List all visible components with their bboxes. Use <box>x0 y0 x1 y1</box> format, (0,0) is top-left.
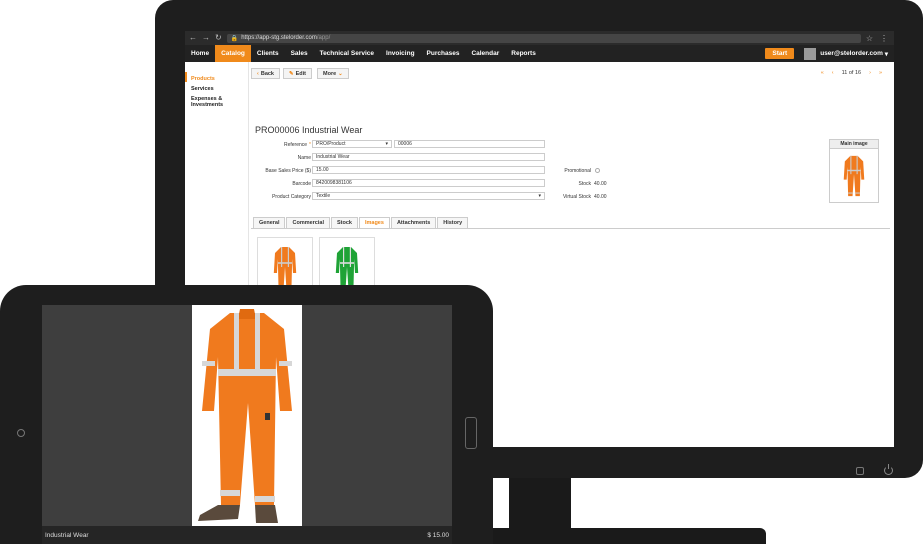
browser-back-icon[interactable]: ← <box>189 34 197 42</box>
more-button[interactable]: More ⌄ <box>317 68 349 79</box>
browser-menu-icon[interactable]: ⋮ <box>880 34 888 43</box>
nav-technical-service[interactable]: Technical Service <box>314 45 380 62</box>
edit-label: Edit <box>295 70 306 77</box>
orange-coverall-image <box>198 309 292 523</box>
reference-prefix-value: PRO/Product <box>316 141 346 147</box>
tablet-product-name: Industrial Wear <box>45 531 89 539</box>
tablet-product-photo <box>192 305 302 544</box>
lock-icon: 🔒 <box>230 35 239 42</box>
browser-reload-icon[interactable]: ↻ <box>215 34 222 42</box>
barcode-value: 8420098381106 <box>316 180 352 186</box>
monitor-base <box>472 528 766 544</box>
virtual-stock-label: Virtual Stock <box>563 194 591 200</box>
category-select[interactable]: Textile ▾ <box>312 192 545 200</box>
app-navigation: Home Catalog Clients Sales Technical Ser… <box>185 45 894 62</box>
page-title: PRO00006 Industrial Wear <box>255 125 363 135</box>
avatar[interactable] <box>804 47 817 60</box>
base-price-input[interactable]: 15.00 <box>312 166 545 174</box>
user-email-text: user@stelorder.com <box>820 50 883 57</box>
sidebar-item-services[interactable]: Services <box>185 82 248 92</box>
chevron-down-icon: ▾ <box>884 50 888 58</box>
nav-sales[interactable]: Sales <box>285 45 314 62</box>
category-label: Product Category <box>272 194 311 200</box>
main-image-label: Main image <box>830 140 878 149</box>
reference-label-text: Reference <box>283 142 308 148</box>
nav-invoicing[interactable]: Invoicing <box>380 45 421 62</box>
url-path: /app/ <box>316 35 331 41</box>
monitor-stand <box>509 478 571 530</box>
nav-clients[interactable]: Clients <box>251 45 285 62</box>
next-record-icon[interactable]: › <box>869 70 871 76</box>
barcode-label: Barcode <box>292 181 311 187</box>
virtual-stock-value: 40.00 <box>594 194 607 200</box>
promotional-checkbox[interactable] <box>595 168 600 173</box>
last-record-icon[interactable]: » <box>879 70 882 76</box>
tab-history[interactable]: History <box>437 217 469 228</box>
sidebar-item-products[interactable]: Products <box>185 72 248 82</box>
sidebar-item-expenses-line2: Investments <box>191 102 224 108</box>
bookmark-star-icon[interactable]: ☆ <box>866 34 873 43</box>
nav-reports[interactable]: Reports <box>505 45 542 62</box>
nav-purchases[interactable]: Purchases <box>421 45 466 62</box>
tab-general[interactable]: General <box>253 217 286 228</box>
tablet-camera-icon <box>17 429 25 437</box>
barcode-input[interactable]: 8420098381106 <box>312 179 545 187</box>
monitor-logo-icon <box>856 467 864 475</box>
main-image-panel[interactable]: Main image <box>829 139 879 203</box>
record-pager: « ‹ 11 of 16 › » <box>821 70 882 76</box>
orange-coverall-image <box>843 155 865 197</box>
back-button[interactable]: ‹ Back <box>251 68 280 79</box>
base-price-value: 15.00 <box>316 167 329 173</box>
previous-record-icon[interactable]: ‹ <box>832 70 834 76</box>
power-icon <box>884 464 893 475</box>
edit-button[interactable]: ✎ Edit <box>283 68 312 79</box>
start-button[interactable]: Start <box>765 48 795 59</box>
pager-position: 11 of 16 <box>841 70 862 76</box>
address-bar[interactable]: 🔒 https://app-stg.stelorder.com/app/ <box>226 33 861 43</box>
browser-toolbar: ← → ↻ 🔒 https://app-stg.stelorder.com/ap… <box>185 31 894 45</box>
pencil-icon: ✎ <box>289 70 294 77</box>
more-label: More <box>323 70 337 77</box>
stock-label: Stock <box>578 181 591 187</box>
nav-catalog[interactable]: Catalog <box>215 45 251 62</box>
tablet-home-button[interactable] <box>465 417 477 449</box>
name-value: Industrial Wear <box>316 154 350 160</box>
browser-forward-icon[interactable]: → <box>202 34 210 42</box>
reference-number-value: 00006 <box>398 141 412 147</box>
name-label: Name <box>297 155 311 161</box>
nav-calendar[interactable]: Calendar <box>465 45 505 62</box>
nav-home[interactable]: Home <box>185 45 215 62</box>
chevron-left-icon: ‹ <box>257 70 259 77</box>
required-marker: * <box>309 142 311 148</box>
stock-value: 40.00 <box>594 181 607 187</box>
tab-images[interactable]: Images <box>358 217 390 228</box>
reference-number-input[interactable]: 00006 <box>394 140 545 148</box>
chevron-down-icon: ▾ <box>385 141 388 147</box>
user-email[interactable]: user@stelorder.com ▾ <box>820 45 894 62</box>
tabs-divider <box>251 228 890 229</box>
promotional-label: Promotional <box>564 168 591 174</box>
back-label: Back <box>260 70 274 77</box>
tab-attachments[interactable]: Attachments <box>390 217 437 228</box>
tab-stock[interactable]: Stock <box>330 217 358 228</box>
tablet-product-price: $ 15.00 <box>427 531 449 539</box>
sidebar-item-expenses[interactable]: Expenses & Investments <box>185 92 248 108</box>
reference-label: Reference * <box>251 142 311 148</box>
chevron-down-icon: ⌄ <box>338 70 343 77</box>
tablet-product-caption: Industrial Wear $ 15.00 <box>42 526 452 544</box>
product-tabs: General Commercial Stock Images Attachme… <box>253 217 469 228</box>
main-image-photo <box>830 149 878 201</box>
base-price-label: Base Sales Price ($) <box>265 168 311 174</box>
first-record-icon[interactable]: « <box>821 70 824 76</box>
tablet-screen: Industrial Wear $ 15.00 <box>42 305 452 544</box>
name-input[interactable]: Industrial Wear <box>312 153 545 161</box>
tab-commercial[interactable]: Commercial <box>286 217 330 228</box>
url-host: https://app-stg.stelorder.com <box>241 35 317 41</box>
reference-prefix-select[interactable]: PRO/Product ▾ <box>312 140 392 148</box>
category-value: Textile <box>316 193 331 199</box>
